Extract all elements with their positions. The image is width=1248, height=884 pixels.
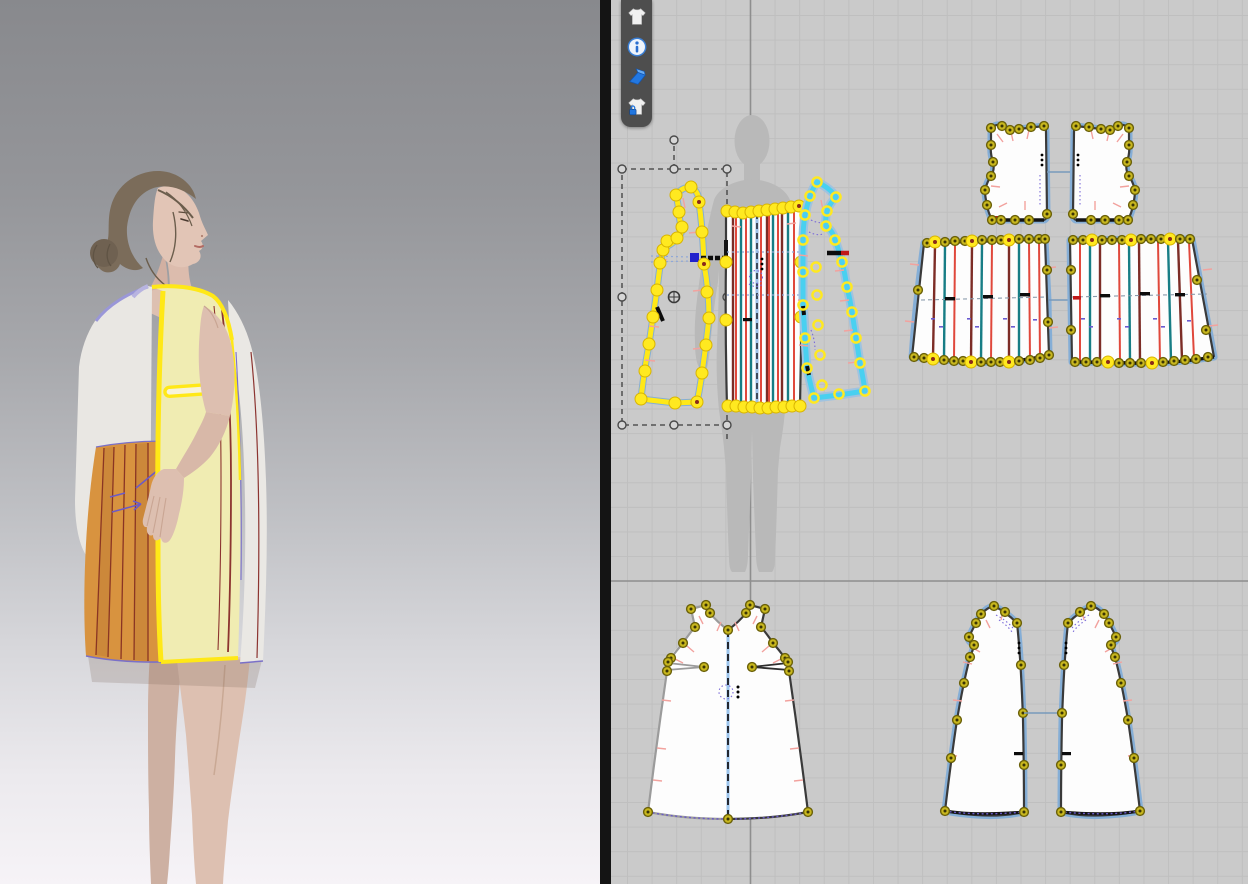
- application-window: [0, 0, 1248, 884]
- tshirt-lock-icon: [626, 96, 648, 118]
- 2d-pattern-viewport[interactable]: [611, 0, 1248, 884]
- show-3d-garment-button[interactable]: [625, 5, 649, 29]
- show-fabric-button[interactable]: [625, 65, 649, 89]
- piece-front-side-panel-right[interactable]: [798, 177, 870, 402]
- avatar-lips: [195, 246, 203, 247]
- avatar-back-leg: [148, 652, 182, 884]
- piece-dress-back-right[interactable]: [1057, 602, 1145, 817]
- notch-label-red: [1073, 296, 1081, 300]
- piece-skirt-panel-right[interactable]: [1067, 233, 1218, 369]
- 3d-garment-viewport[interactable]: [0, 0, 600, 884]
- avatar-face: [153, 186, 208, 267]
- 2d-view-toolbar: [621, 0, 652, 127]
- lock-3d-garment-button[interactable]: [625, 95, 649, 119]
- info-icon: [626, 36, 648, 58]
- pattern-information-button[interactable]: [625, 35, 649, 59]
- tshirt-icon: [626, 6, 648, 28]
- piece-bodice-front-left[interactable]: [981, 122, 1052, 225]
- avatar-3d-render: [0, 0, 600, 884]
- piece-skirt-panel-left[interactable]: [905, 234, 1058, 368]
- pivot-handle[interactable]: [668, 291, 680, 303]
- rotate-handle[interactable]: [670, 136, 678, 144]
- piece-dress-front-fold[interactable]: [644, 601, 813, 824]
- selected-anchor-square[interactable]: [690, 253, 699, 262]
- piece-center-front-panel[interactable]: [720, 200, 807, 414]
- panel-divider[interactable]: [600, 0, 611, 884]
- piece-bodice-front-right[interactable]: [1069, 122, 1140, 225]
- fabric-icon: [626, 66, 648, 88]
- piece-dress-back-left[interactable]: [941, 602, 1029, 817]
